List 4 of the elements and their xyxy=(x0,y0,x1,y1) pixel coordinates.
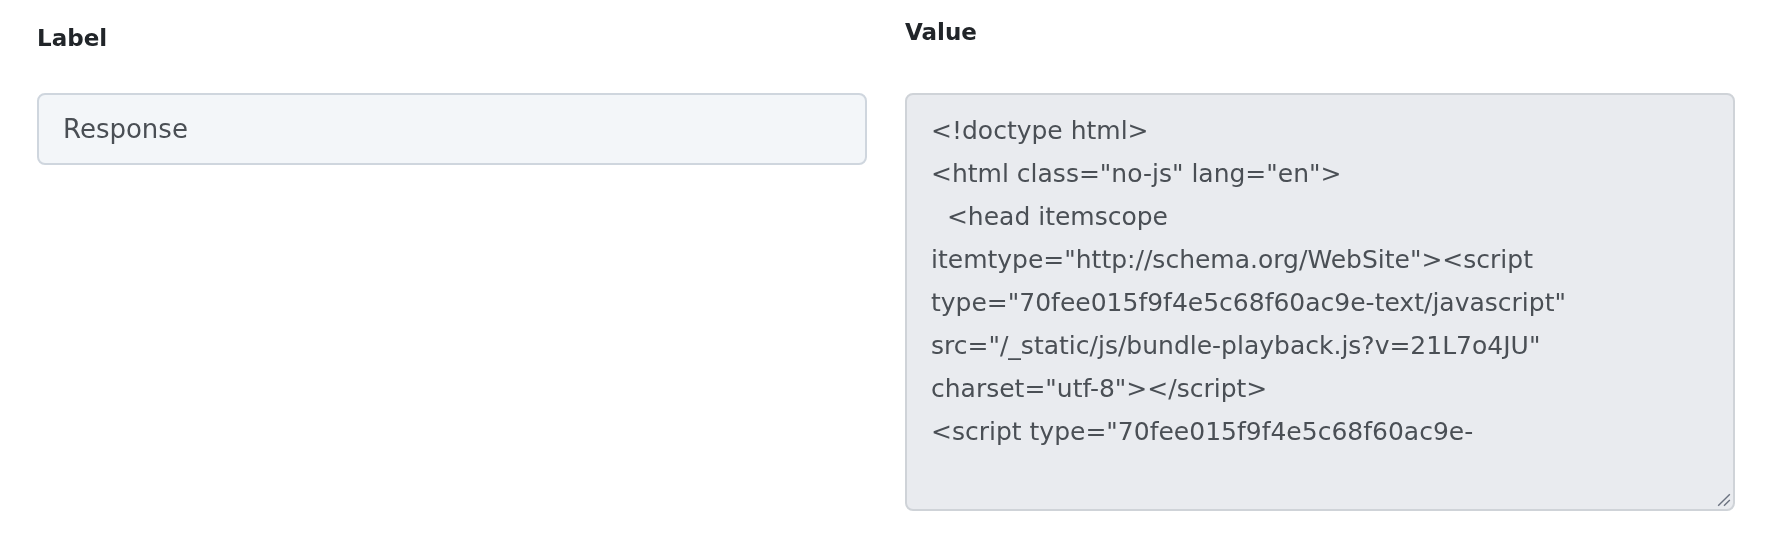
field-label: Value xyxy=(905,18,978,47)
resize-handle-icon[interactable] xyxy=(1717,493,1731,507)
label-input-field[interactable]: Response xyxy=(37,93,867,165)
field-label: Label xyxy=(37,24,109,53)
